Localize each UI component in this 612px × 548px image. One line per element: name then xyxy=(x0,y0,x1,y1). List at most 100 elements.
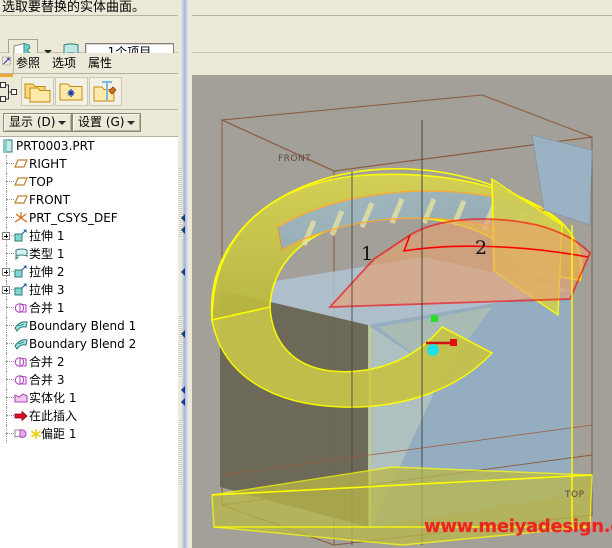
chevron-down-icon xyxy=(127,120,136,125)
tree-expand-toggle[interactable] xyxy=(2,286,10,294)
tree-item-label: Boundary Blend 2 xyxy=(29,337,137,351)
tree-item-label: 合并 3 xyxy=(29,373,65,387)
splitter-grip[interactable] xyxy=(179,420,183,486)
settings-menu-label: 设置 (G) xyxy=(78,115,125,129)
tree-item[interactable]: 实体化 1 xyxy=(0,389,178,407)
new-folder-star-icon xyxy=(59,83,83,101)
show-menu-button[interactable]: 显示 (D) xyxy=(3,113,73,132)
folder-tools-icon xyxy=(93,81,117,102)
current-tool-tab[interactable] xyxy=(0,53,14,74)
datum-label-top: TOP xyxy=(565,490,585,500)
tree-item[interactable]: 合并 1 xyxy=(0,299,178,317)
command-dashboard: 1个项目 xyxy=(0,17,612,65)
datum-plane-icon xyxy=(14,175,28,189)
tree-item-label: 拉伸 2 xyxy=(29,265,65,279)
type-icon xyxy=(14,247,28,261)
solidify-icon xyxy=(14,391,28,405)
boundary-blend-icon xyxy=(14,337,28,351)
tree-item-label: 合并 2 xyxy=(29,355,65,369)
folder-tools-button[interactable] xyxy=(89,77,122,106)
tree-item-label: PRT0003.PRT xyxy=(16,139,95,153)
active-tab-indicator xyxy=(0,74,13,77)
model-tree[interactable]: PRT0003.PRT RIGHT TOP FRONT PRT_CSYS_DEF 拉伸 1… xyxy=(0,137,178,548)
tree-item[interactable]: RIGHT xyxy=(0,155,178,173)
settings-menu-button[interactable]: 设置 (G) xyxy=(72,113,142,132)
tree-connector-vertical xyxy=(6,371,8,389)
watermark: www.meiyadesign.com xyxy=(424,516,612,537)
splitter-collapse-arrow[interactable] xyxy=(181,386,185,394)
extrude-icon xyxy=(14,265,28,279)
annotation-1: 1 xyxy=(361,243,374,265)
pro-engineer-window: 选取要替换的实体曲面。 1个项目 参照 选项 属性 显示 (D) 设置 (G) … xyxy=(0,0,612,548)
tree-item-label: TOP xyxy=(29,175,54,189)
tree-item[interactable]: 拉伸 3 xyxy=(0,281,178,299)
extrude-icon xyxy=(14,229,28,243)
tree-connector-vertical xyxy=(6,317,8,335)
model-3d-view xyxy=(192,75,612,548)
datum-plane-icon xyxy=(14,193,28,207)
tree-expand-toggle[interactable] xyxy=(2,268,10,276)
tree-icon-toolbar xyxy=(0,74,178,110)
part-icon xyxy=(1,139,15,153)
tree-item-label: 在此插入 xyxy=(29,409,78,423)
tree-connector-vertical xyxy=(6,407,8,425)
tree-item-label: PRT_CSYS_DEF xyxy=(29,211,118,225)
splitter-collapse-arrow[interactable] xyxy=(181,268,185,276)
splitter-collapse-arrow[interactable] xyxy=(181,214,185,222)
tree-item-label: 合并 1 xyxy=(29,301,65,315)
tree-item[interactable]: 拉伸 1 xyxy=(0,227,178,245)
tree-item-label: RIGHT xyxy=(29,157,67,171)
tree-item-label: 拉伸 1 xyxy=(29,229,65,243)
tree-item[interactable]: 类型 1 xyxy=(0,245,178,263)
merge-icon xyxy=(14,355,28,369)
tree-item[interactable]: 在此插入 xyxy=(0,407,178,425)
tree-connector-vertical xyxy=(6,353,8,371)
tree-connector-vertical xyxy=(6,389,8,407)
tree-connector-vertical xyxy=(6,335,8,353)
prompt-strip: 选取要替换的实体曲面。 xyxy=(0,0,612,16)
dashboard-tabs: 参照 选项 属性 xyxy=(0,53,178,74)
model-tree-icon[interactable] xyxy=(0,80,18,104)
prompt-text: 选取要替换的实体曲面。 xyxy=(2,0,146,15)
tree-connector-vertical xyxy=(6,209,8,227)
tree-item[interactable]: Boundary Blend 1 xyxy=(0,317,178,335)
tree-expand-toggle[interactable] xyxy=(2,232,10,240)
tree-item[interactable]: PRT0003.PRT xyxy=(0,137,178,155)
insert-here-icon xyxy=(14,409,28,423)
tree-item[interactable]: 拉伸 2 xyxy=(0,263,178,281)
tree-connector-vertical xyxy=(6,155,8,173)
tree-item-label: 拉伸 3 xyxy=(29,283,65,297)
tab-properties[interactable]: 属性 xyxy=(86,55,114,72)
tree-item[interactable]: 合并 2 xyxy=(0,353,178,371)
tree-connector-vertical xyxy=(6,299,8,317)
tree-connector-vertical xyxy=(6,245,8,263)
splitter-collapse-arrow[interactable] xyxy=(181,226,185,234)
tree-item[interactable]: TOP xyxy=(0,173,178,191)
tree-item[interactable]: 偏距 1 xyxy=(0,425,178,443)
tree-item-label: Boundary Blend 1 xyxy=(29,319,137,333)
offset-icon xyxy=(14,427,28,441)
extrude-icon xyxy=(14,283,28,297)
panel-splitter[interactable] xyxy=(178,0,192,548)
splitter-grip[interactable] xyxy=(179,316,183,378)
tree-item-label: 实体化 1 xyxy=(29,391,77,405)
tree-connector-vertical xyxy=(6,173,8,191)
new-folder-button[interactable] xyxy=(55,77,88,106)
tab-options[interactable]: 选项 xyxy=(50,55,78,72)
datum-plane-icon xyxy=(14,157,28,171)
tree-connector-vertical xyxy=(6,425,8,443)
graphics-viewport[interactable]: FRONT TOP PRT_CSYS_DEF RIGHT 1 2 xyxy=(192,75,612,548)
tree-item[interactable]: 合并 3 xyxy=(0,371,178,389)
tree-display-bar: 显示 (D) 设置 (G) xyxy=(0,110,178,137)
tree-item[interactable]: FRONT xyxy=(0,191,178,209)
tree-item[interactable]: Boundary Blend 2 xyxy=(0,335,178,353)
show-menu-label: 显示 (D) xyxy=(9,115,56,129)
tree-item[interactable]: PRT_CSYS_DEF xyxy=(0,209,178,227)
arrow-up-right-icon xyxy=(2,56,11,66)
coord-system-icon xyxy=(14,211,28,225)
chevron-down-icon xyxy=(58,120,67,125)
tab-references[interactable]: 参照 xyxy=(14,55,42,72)
copy-folder-button[interactable] xyxy=(21,77,54,106)
splitter-collapse-arrow[interactable] xyxy=(181,330,185,338)
splitter-collapse-arrow[interactable] xyxy=(181,398,185,406)
